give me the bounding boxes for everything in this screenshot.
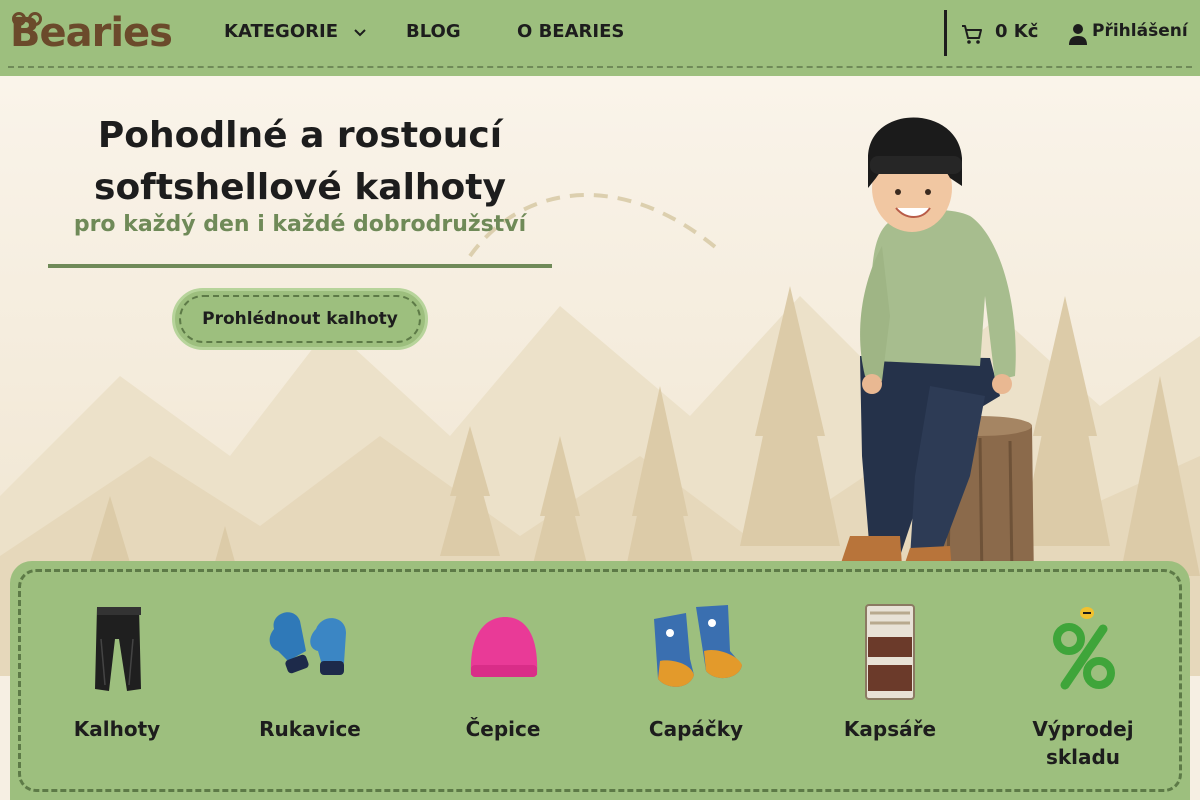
logo-text[interactable]: Bearies [10,10,173,56]
mittens-icon [269,612,346,675]
login-link[interactable]: Přihlášení [1092,21,1188,41]
header-dashed-line [8,66,1192,68]
cart-total[interactable]: 0 Kč [995,21,1038,42]
category-strip: Kalhoty Rukavice Čepice Capáčky Kapsáře … [10,561,1190,800]
category-vyprodej[interactable]: Výprodej skladu [993,599,1173,789]
category-label: Capáčky [648,717,744,741]
browse-pants-button-label: Prohlédnout kalhoty [202,309,398,329]
category-rukavice[interactable]: Rukavice [220,599,400,789]
nav-blog[interactable]: BLOG [406,21,461,42]
category-label-line2: skladu [1045,745,1121,769]
category-label-line1: Výprodej [1032,717,1134,741]
user-icon[interactable] [1068,23,1088,45]
category-kalhoty[interactable]: Kalhoty [27,599,207,789]
hero-headline-line2: softshellové kalhoty [94,167,506,208]
hero-divider [48,264,552,268]
child-model-photo [840,117,1034,586]
hero-headline-line1: Pohodlné a rostoucí [97,115,503,156]
nav-o-bearies[interactable]: O BEARIES [517,21,624,42]
category-label: Kalhoty [73,717,161,741]
category-kapsare[interactable]: Kapsáře [800,599,980,789]
category-capacky[interactable]: Capáčky [606,599,786,789]
header-divider [944,10,947,56]
category-label: Čepice [465,717,541,741]
site-header: Bearies KATEGORIE BLOG O BEARIES 0 Kč Př… [0,0,1200,76]
hero-subheadline: pro každý den i každé dobrodružství [73,212,527,237]
nav-kategorie[interactable]: KATEGORIE [224,21,338,42]
browse-pants-button[interactable]: Prohlédnout kalhoty [172,288,428,350]
hat-icon [470,617,538,677]
category-label: Kapsáře [843,717,937,741]
category-cepice[interactable]: Čepice [413,599,593,789]
booties-icon [654,605,742,687]
wall-organizer-icon [865,604,915,700]
category-label: Výprodej skladu [993,715,1173,771]
sale-percent-icon [1053,607,1115,690]
chevron-down-icon[interactable] [352,24,368,40]
cart-icon[interactable] [960,22,984,46]
category-label: Rukavice [259,717,361,741]
pants-icon [95,607,141,691]
hero-headline: Pohodlné a rostoucí softshellové kalhoty [60,110,540,214]
